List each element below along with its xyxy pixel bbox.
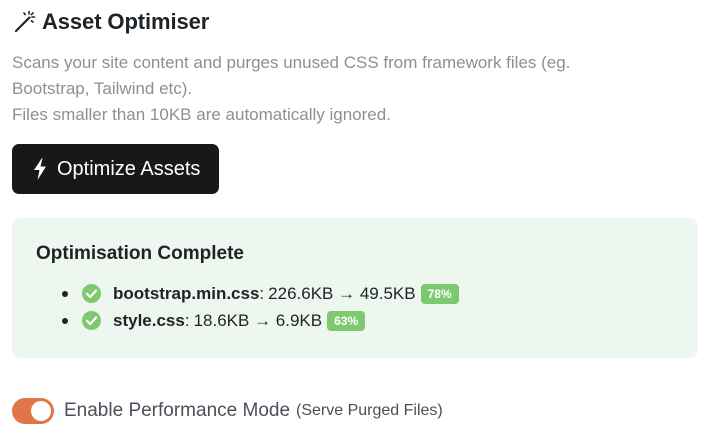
savings-badge: 78%: [420, 283, 459, 304]
bullet: [62, 290, 68, 297]
file-name: style.css: [113, 310, 185, 330]
file-separator: :: [259, 283, 265, 303]
performance-mode-label: Enable Performance Mode: [64, 400, 291, 421]
description-line-3: Files smaller than 10KB are automaticall…: [12, 105, 391, 124]
bullet: [62, 317, 68, 324]
savings-badge: 63%: [327, 310, 366, 331]
list-item: bootstrap.min.css: 226.6KB → 49.5KB 78%: [62, 280, 674, 307]
optimisation-result-panel: Optimisation Complete bootstrap.min.css:…: [12, 218, 698, 358]
file-sizes: 226.6KB → 49.5KB: [268, 283, 416, 303]
file-sizes: 18.6KB → 6.9KB: [193, 310, 323, 330]
check-circle-icon: [82, 284, 101, 303]
result-title: Optimisation Complete: [36, 243, 244, 264]
lightning-bolt-icon: [33, 158, 47, 180]
description-line-2: Bootstrap, Tailwind etc).: [12, 79, 193, 98]
title-row: Asset Optimiser: [12, 8, 698, 36]
list-item: style.css: 18.6KB → 6.9KB 63%: [62, 307, 674, 334]
description: Scans your site content and purges unuse…: [12, 50, 698, 128]
performance-mode-toggle[interactable]: [12, 398, 54, 424]
file-separator: :: [184, 310, 190, 330]
file-name: bootstrap.min.css: [113, 283, 260, 303]
optimize-assets-label: Optimize Assets: [57, 157, 201, 180]
optimize-assets-button[interactable]: Optimize Assets: [12, 144, 220, 194]
performance-mode-row: Enable Performance Mode (Serve Purged Fi…: [12, 398, 443, 424]
description-line-1: Scans your site content and purges unuse…: [12, 53, 571, 72]
toggle-knob: [31, 401, 51, 421]
asset-optimiser-panel: Asset Optimiser Scans your site content …: [12, 8, 698, 358]
file-list: bootstrap.min.css: 226.6KB → 49.5KB 78% …: [36, 280, 674, 334]
performance-mode-note: (Serve Purged Files): [296, 402, 443, 419]
magic-wand-icon: [12, 10, 36, 34]
check-circle-icon: [82, 311, 101, 330]
page-title: Asset Optimiser: [42, 9, 210, 34]
